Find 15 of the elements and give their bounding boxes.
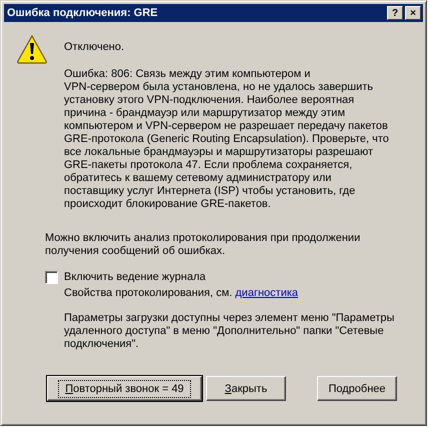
close-button[interactable]: Закрыть: [206, 376, 286, 401]
warning-icon: [16, 34, 48, 64]
close-button[interactable]: ×: [405, 6, 421, 20]
details-button[interactable]: Подробнее: [317, 376, 397, 401]
status-text: Отключено.: [64, 41, 126, 54]
diagnostics-link[interactable]: диагностика: [235, 287, 298, 299]
help-button[interactable]: ?: [387, 6, 403, 20]
settings-note: Параметры загрузки доступны через элемент меню "Параметры удаленного доступа" в меню "Дополнительно" папки "Сетевые подключения".: [64, 312, 396, 351]
logging-hint: Можно включить анализ протоколирования при продолжении получения сообщений об ошибках.: [45, 232, 362, 258]
window-title: Ошибка подключения: GRE: [7, 7, 158, 19]
checkbox-label: Включить ведение журнала: [64, 271, 206, 284]
error-message: Ошибка: 806: Связь между этим компьютером и VPN-сервером была установлена, но не удалось завершить установку этого VPN-подключения. Наиболее вероятная причина - брандмауэр или маршрутизатор между этим компьютером и VPN-сервером не разрешает передачу пакетов GRE-протокола (Generic Routing Encapsulation). Проверьте, что все локальные брандмауэры и маршрутизаторы разрешают GRE-пакеты протокола 47. Если проблема сохраняется, обратитесь к вашему сетевому администратору или поставщику услуг Интернета (ISP) чтобы установить, где происходит блокирование GRE-пакетов.: [64, 68, 389, 211]
logging-checkbox[interactable]: [45, 271, 58, 284]
redial-button[interactable]: Повторный звонок = 49: [47, 376, 202, 401]
logging-note: Свойства протоколирования, см.: [64, 287, 232, 299]
